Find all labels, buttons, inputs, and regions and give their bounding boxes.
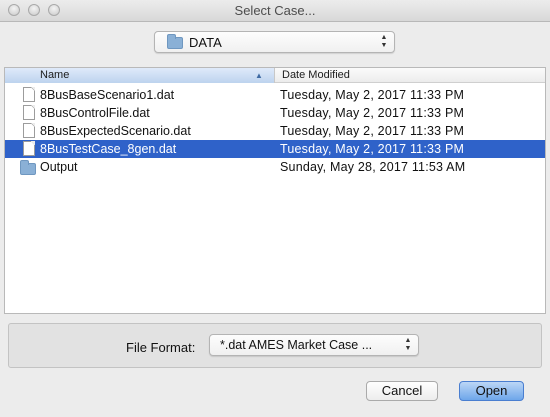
file-browser[interactable]: Name ▲ Date Modified 8BusBaseScenario1.d… bbox=[4, 67, 546, 314]
updown-arrows-icon: ▲ ▼ bbox=[404, 337, 412, 352]
file-format-label: File Format: bbox=[126, 340, 196, 355]
file-name: 8BusBaseScenario1.dat bbox=[40, 88, 175, 102]
document-icon bbox=[23, 105, 35, 120]
file-row[interactable]: 8BusExpectedScenario.dat Tuesday, May 2,… bbox=[5, 122, 545, 140]
cancel-button[interactable]: Cancel bbox=[366, 381, 438, 401]
updown-arrows-icon: ▲ ▼ bbox=[380, 34, 388, 49]
folder-icon bbox=[167, 34, 183, 49]
folder-row[interactable]: Output Sunday, May 28, 2017 11:53 AM bbox=[5, 158, 545, 176]
file-date: Tuesday, May 2, 2017 11:33 PM bbox=[280, 142, 465, 156]
document-icon bbox=[23, 141, 35, 156]
file-name: 8BusExpectedScenario.dat bbox=[40, 124, 191, 138]
file-row-selected[interactable]: 8BusTestCase_8gen.dat Tuesday, May 2, 20… bbox=[5, 140, 545, 158]
column-date-header[interactable]: Date Modified bbox=[282, 69, 350, 81]
window-title: Select Case... bbox=[234, 3, 316, 18]
file-name: 8BusTestCase_8gen.dat bbox=[40, 142, 177, 156]
file-date: Tuesday, May 2, 2017 11:33 PM bbox=[280, 106, 465, 120]
document-icon bbox=[23, 123, 35, 138]
folder-icon bbox=[20, 160, 36, 175]
sort-ascending-icon: ▲ bbox=[255, 71, 263, 80]
open-button[interactable]: Open bbox=[459, 381, 524, 401]
file-format-popup[interactable]: *.dat AMES Market Case ... ▲ ▼ bbox=[209, 334, 419, 356]
file-format-panel: File Format: *.dat AMES Market Case ... … bbox=[8, 323, 542, 368]
file-date: Tuesday, May 2, 2017 11:33 PM bbox=[280, 88, 465, 102]
file-date: Sunday, May 28, 2017 11:53 AM bbox=[280, 160, 466, 174]
file-row[interactable]: 8BusBaseScenario1.dat Tuesday, May 2, 20… bbox=[5, 86, 545, 104]
file-row[interactable]: 8BusControlFile.dat Tuesday, May 2, 2017… bbox=[5, 104, 545, 122]
file-date: Tuesday, May 2, 2017 11:33 PM bbox=[280, 124, 465, 138]
column-header: Name ▲ Date Modified bbox=[5, 68, 545, 83]
document-icon bbox=[23, 87, 35, 102]
file-format-value: *.dat AMES Market Case ... bbox=[220, 338, 373, 352]
file-name: 8BusControlFile.dat bbox=[40, 106, 150, 120]
location-popup[interactable]: DATA ▲ ▼ bbox=[154, 31, 395, 53]
file-name: Output bbox=[40, 160, 78, 174]
title-bar: Select Case... bbox=[0, 0, 550, 22]
column-name-label: Name bbox=[40, 69, 70, 81]
column-name-header[interactable]: Name ▲ bbox=[5, 68, 275, 83]
location-label: DATA bbox=[189, 35, 222, 50]
